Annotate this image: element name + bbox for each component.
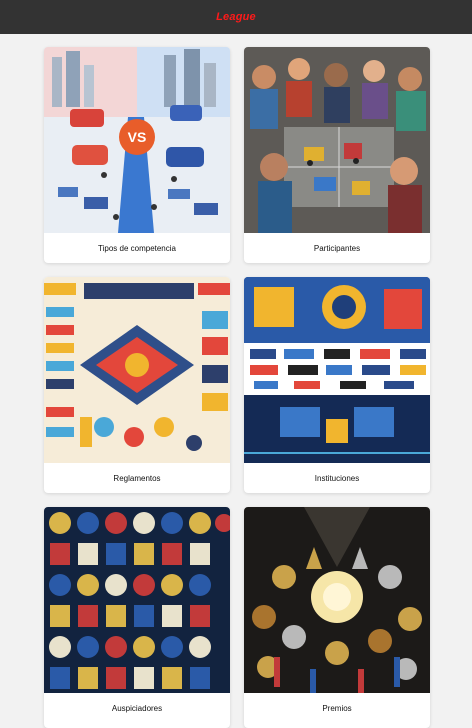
medals-trophies-image xyxy=(244,507,430,693)
card-label: Instituciones xyxy=(314,473,360,483)
card-auspiciadores[interactable]: Auspiciadores xyxy=(44,507,230,728)
institutions-arena-image xyxy=(244,277,430,463)
sponsor-emblems-image xyxy=(44,507,230,693)
brand-logo[interactable]: League xyxy=(216,11,256,23)
svg-text:VS: VS xyxy=(128,129,147,145)
card-label: Reglamentos xyxy=(113,473,161,483)
card-participantes[interactable]: Participantes xyxy=(244,47,430,263)
students-robots-image xyxy=(244,47,430,233)
card-label: Participantes xyxy=(313,243,361,253)
card-reglamentos[interactable]: Reglamentos xyxy=(44,277,230,493)
card-premios[interactable]: Premios xyxy=(244,507,430,728)
card-instituciones[interactable]: Instituciones xyxy=(244,277,430,493)
card-tipos-de-competencia[interactable]: VS Tipos de competencia xyxy=(44,47,230,263)
rules-infographic-image xyxy=(44,277,230,463)
card-label: Tipos de competencia xyxy=(98,243,176,253)
category-grid: VS Tipos de competencia Participantes Re… xyxy=(0,34,472,728)
top-navbar: League xyxy=(0,0,472,34)
card-label: Auspiciadores xyxy=(111,704,163,713)
competition-versus-image: VS xyxy=(44,47,230,233)
card-label: Premios xyxy=(322,704,352,713)
